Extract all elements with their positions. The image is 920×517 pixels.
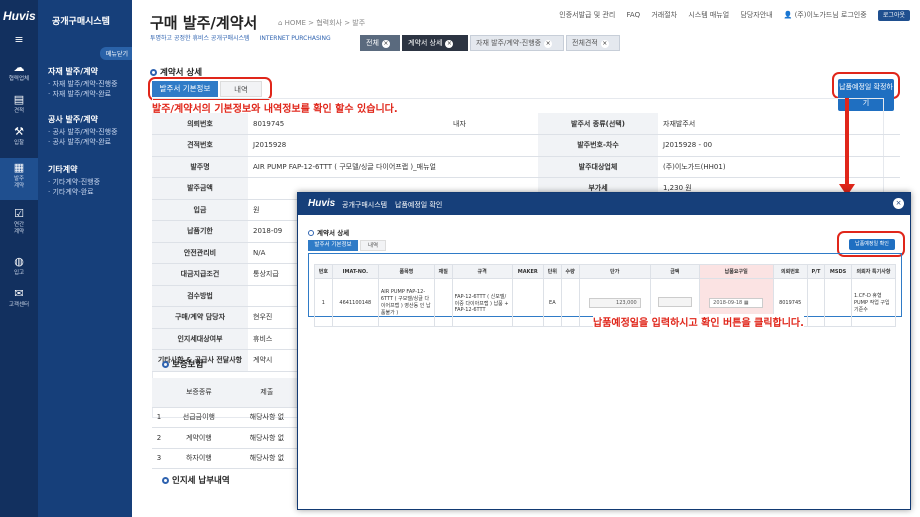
rail-item-support[interactable]: ✉ 고객센터 <box>0 288 38 314</box>
menu-item[interactable]: · 공사 발주/계약-완료 <box>48 137 118 147</box>
table-row: 3 하자이행 해당사항 없 <box>152 448 302 469</box>
huvis-logo[interactable]: Huvis <box>3 9 36 23</box>
section-stamp-tax: 인지세 납부내역 <box>162 474 230 486</box>
guarantee-table: 보증종류 제출 1 선급금이행 해당사항 없 2 계약이행 해당사항 없 3 하자이행 해당사항 없 <box>152 378 302 469</box>
section-icon <box>162 361 169 368</box>
user-status: (주)이노가드님 로그인중 <box>794 11 867 19</box>
menu-item[interactable]: · 공사 발주/계약-진행중 <box>48 127 118 137</box>
calendar-check-icon: ☑ <box>14 207 24 220</box>
topnav-manual[interactable]: 시스템 매뉴얼 <box>688 11 729 19</box>
rail-item-partner[interactable]: ☁ 협력업체 <box>0 62 38 88</box>
popup-tab-detail[interactable]: 내역 <box>360 240 386 251</box>
gift-icon: ✉ <box>14 287 24 300</box>
section-icon <box>150 69 157 76</box>
rail-item-order[interactable]: ▦ 발주 계약 <box>0 158 38 200</box>
table-row: 1 선급금이행 해당사항 없 <box>152 407 302 428</box>
popup-logo: Huvis <box>308 198 336 209</box>
cloud-icon: ☁ <box>13 61 25 74</box>
section-guarantee: 보증보험 <box>162 358 203 370</box>
annotation-popup: 납품예정일을 입력하시고 확인 버튼을 클릭합니다. <box>593 314 804 329</box>
top-nav: 인증서발급 및 관리 FAQ 거래절차 시스템 매뉴얼 담당자안내 👤 (주)이노… <box>550 10 910 21</box>
menu-group-material: 자재 발주/계약 · 자재 발주/계약-진행중 · 자재 발주/계약-완료 <box>48 67 118 99</box>
document-icon: ▤ <box>13 93 25 106</box>
rail-item-receive[interactable]: ◍ 입고 <box>0 256 38 282</box>
tab-all[interactable]: 전체 × <box>360 35 400 51</box>
section-icon <box>308 230 314 236</box>
popup-header: Huvis 공개구매시스템 납품예정일 확인 × <box>298 193 910 215</box>
delivery-date-input[interactable]: 2018-09-18 ▦ <box>709 297 764 308</box>
section-icon <box>162 477 169 484</box>
close-icon[interactable]: × <box>600 40 609 48</box>
menu-item[interactable]: · 자재 발주/계약-완료 <box>48 89 118 99</box>
close-icon[interactable]: × <box>445 40 454 48</box>
topnav-process[interactable]: 거래절차 <box>651 11 677 19</box>
contract-icon: ▦ <box>13 161 25 174</box>
user-icon: 👤 <box>783 11 793 19</box>
popup-confirm-button[interactable]: 납품예정일 확인 <box>849 239 895 250</box>
rail-item-quote[interactable]: ▤ 견적 <box>0 94 38 120</box>
menu-group-construction: 공사 발주/계약 · 공사 발주/계약-진행중 · 공사 발주/계약-완료 <box>48 115 118 147</box>
menu-fold-button[interactable]: 메뉴닫기 <box>99 47 134 60</box>
globe-icon: ◍ <box>14 255 24 268</box>
topnav-faq[interactable]: FAQ <box>627 11 641 19</box>
gavel-icon: ⚒ <box>14 125 24 138</box>
table-header: 보증종류 제출 <box>152 378 302 408</box>
topnav-cert[interactable]: 인증서발급 및 관리 <box>559 11 615 19</box>
popup-title: 납품예정일 확인 <box>395 201 443 209</box>
breadcrumb: ⌂ HOME > 협력회사 > 발주 <box>278 19 366 27</box>
topnav-contact[interactable]: 담당자안내 <box>740 11 772 19</box>
menu-item[interactable]: · 기타계약-완료 <box>48 187 100 197</box>
rail-item-annual[interactable]: ☑ 연간 계약 <box>0 208 38 240</box>
popup-section: 계약서 상세 <box>308 227 349 237</box>
side-menu: 공개구매시스템 메뉴닫기 자재 발주/계약 · 자재 발주/계약-진행중 · 자… <box>38 0 134 517</box>
calendar-icon[interactable]: ▦ <box>744 300 749 306</box>
table-row: 의뢰번호 8019745 내자 발주서 종류(선택) 자재발주서 <box>152 113 900 135</box>
icon-rail: Huvis ≡ ☁ 협력업체 ▤ 견적 ⚒ 입찰 ▦ 발주 계약 ☑ 연간 계약 ◍ 입고 … <box>0 0 38 517</box>
menu-item[interactable]: · 기타계약-진행중 <box>48 177 100 187</box>
table-row: 견적번호 J2015928 발주번호-차수 J2015928 - 00 <box>152 134 900 157</box>
hamburger-icon[interactable]: ≡ <box>0 34 38 52</box>
popup-delivery-date: Huvis 공개구매시스템 납품예정일 확인 × 계약서 상세 발주서 기본정보… <box>297 192 911 510</box>
page-subtitle: 투명하고 공정한 휴비스 공개구매시스템 INTERNET PURCHASING <box>150 35 331 42</box>
table-header: 번호 IMAT-NO. 품목명 재질 규격 MAKER 단위 수량 단가 금액 납품요구일 의뢰번호 P… <box>314 264 896 279</box>
tab-contract-detail[interactable]: 계약서 상세 × <box>402 35 468 51</box>
logout-button[interactable]: 로그아웃 <box>877 10 910 21</box>
popup-tab-basic[interactable]: 발주서 기본정보 <box>308 240 358 251</box>
menu-group-etc: 기타계약 · 기타계약-진행중 · 기타계약-완료 <box>48 165 101 197</box>
tab-all-quotes[interactable]: 전체견적 × <box>566 35 620 51</box>
tab-material-ongoing[interactable]: 자재 발주/계약-진행중 × <box>470 35 564 51</box>
amount-field[interactable] <box>657 296 692 307</box>
popup-system: 공개구매시스템 <box>342 201 388 209</box>
close-icon[interactable]: × <box>381 40 390 48</box>
arrow-shaft <box>845 98 849 186</box>
table-row: 2 계약이행 해당사항 없 <box>152 427 302 449</box>
menu-item[interactable]: · 자재 발주/계약-진행중 <box>48 79 118 89</box>
close-icon[interactable]: × <box>893 198 904 209</box>
close-icon[interactable]: × <box>544 40 553 48</box>
rail-item-bid[interactable]: ⚒ 입찰 <box>0 126 38 152</box>
table-row: 발주명 AIR PUMP FAP-12-6TTT ( 구모델/싱글 다이어프랩 )… <box>152 156 900 178</box>
unit-price-field[interactable]: 123,000 <box>588 297 641 308</box>
menu-title: 공개구매시스템 <box>52 17 110 27</box>
page-title: 구매 발주/계약서 <box>150 14 258 32</box>
